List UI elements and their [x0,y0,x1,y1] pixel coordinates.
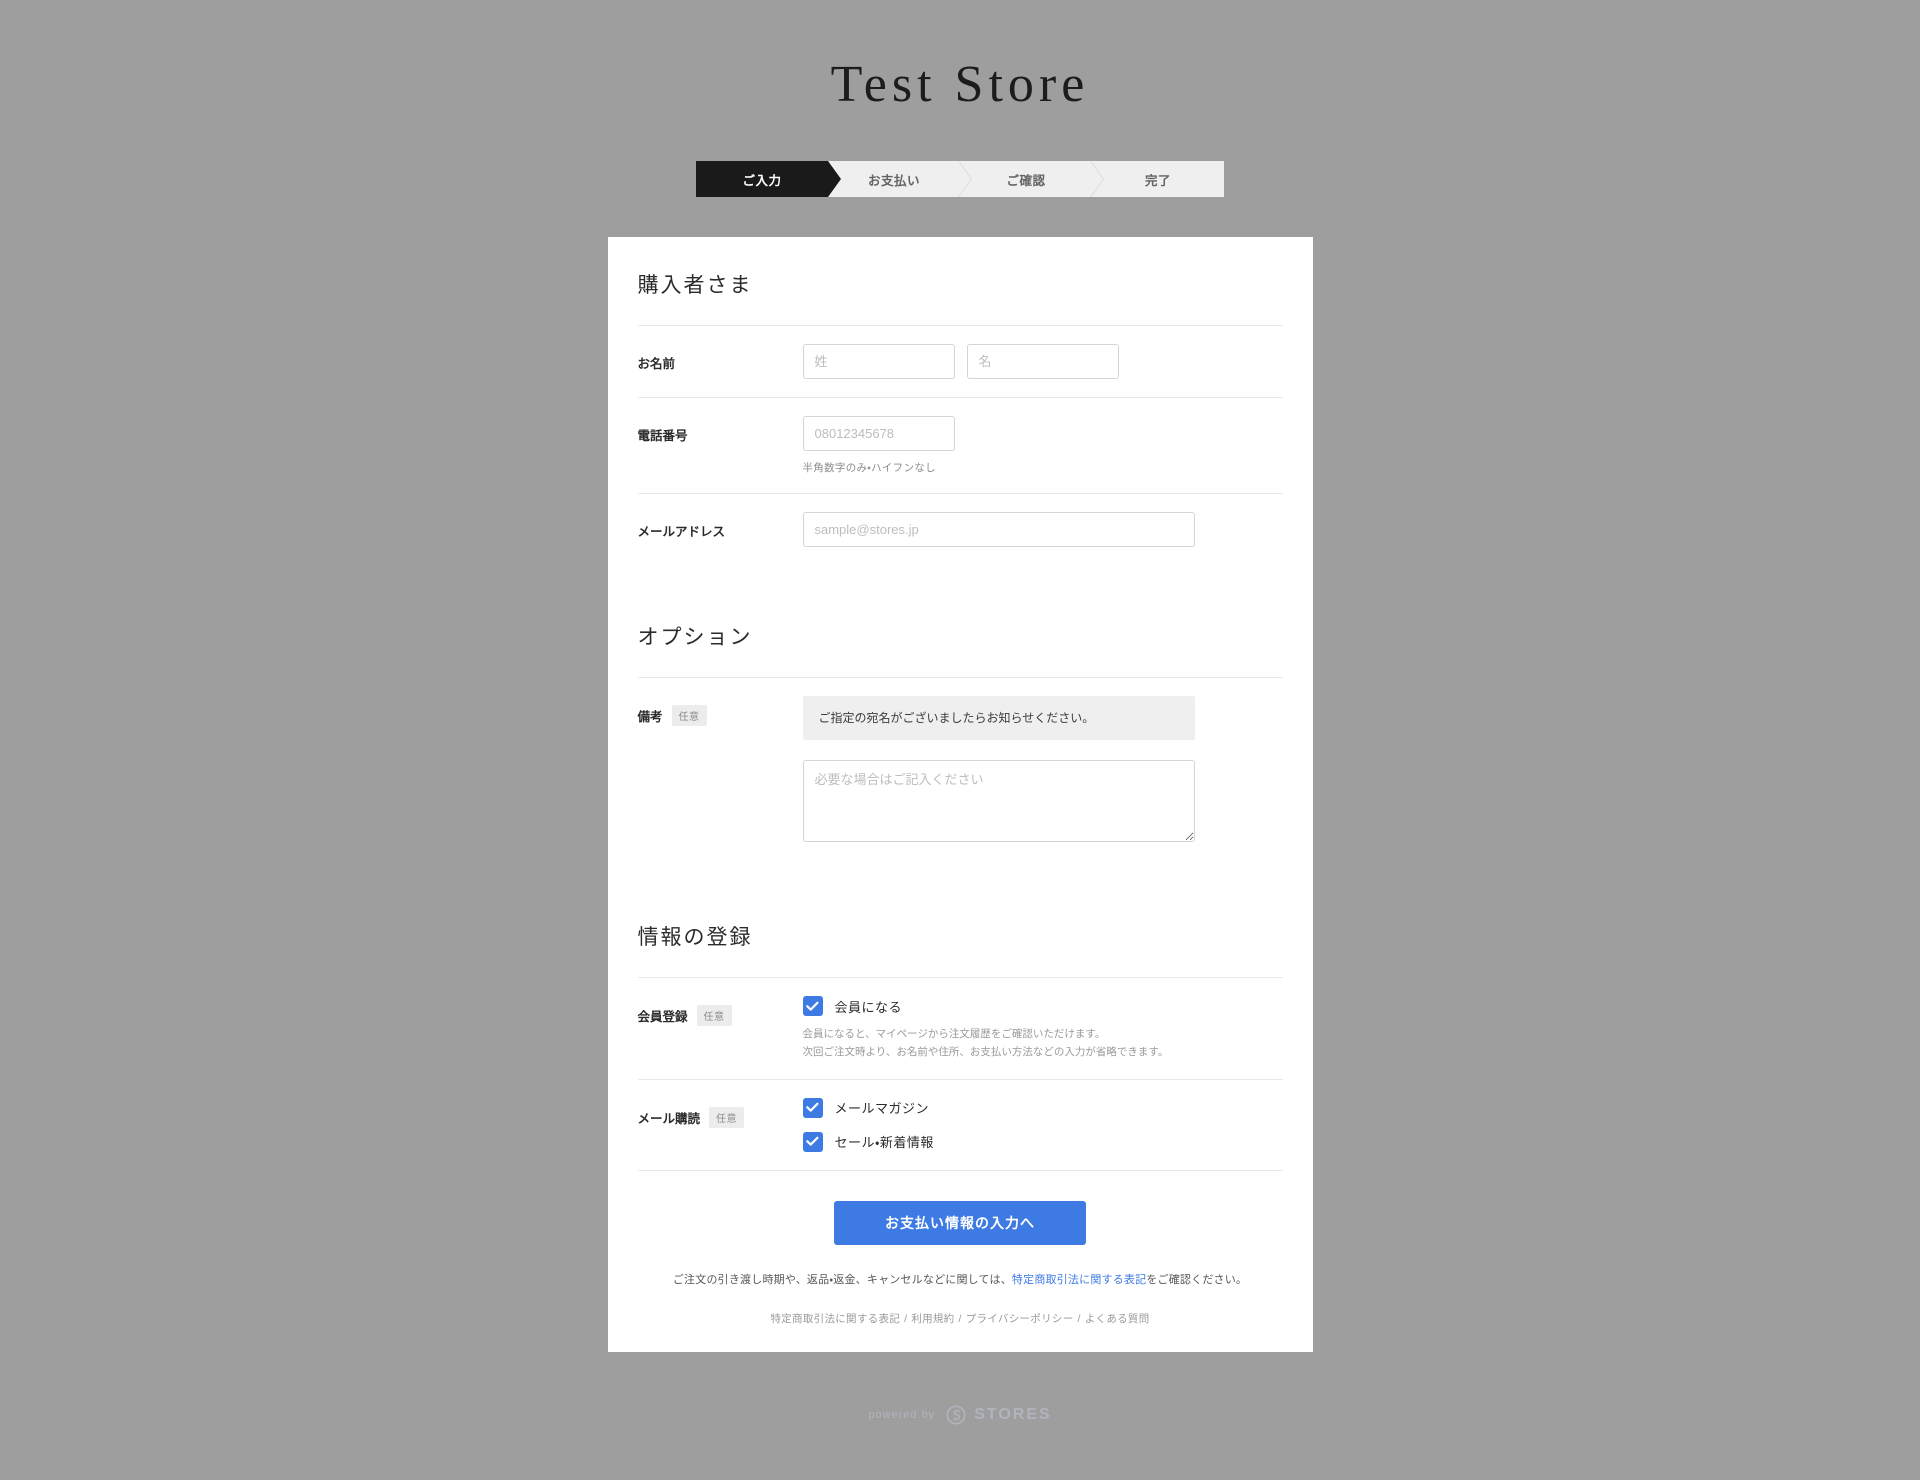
footer-link-privacy[interactable]: プライバシーポリシー [966,1313,1074,1325]
checkout-step-indicator: ご入力 お支払い ご確認 完了 [696,161,1224,198]
phone-input[interactable] [802,416,955,452]
checkmark-icon[interactable] [802,1131,823,1152]
legal-notice-suffix: をご確認ください。 [1146,1273,1248,1286]
footer-link-tokushoho[interactable]: 特定商取引法に関する表記 [770,1313,900,1325]
phone-label: 電話番号 [637,429,688,444]
email-label: メールアドレス [637,525,726,540]
field-row-mail-subscription: メール購読 任意 メールマガジン セール・新着情報 [637,1078,1283,1170]
membership-optional-badge: 任意 [696,1005,732,1027]
checkmark-icon[interactable] [802,996,823,1017]
checkout-page: Test Store ご入力 お支払い ご確認 完了 購入者さま お名前 姓 名… [0,0,1920,1480]
step-payment-label: お支払い [867,173,920,188]
sale-news-label: セール・新着情報 [834,1135,934,1151]
field-row-name: お名前 [637,325,1283,397]
option-section-title: オプション [637,626,753,650]
first-name-input[interactable] [966,344,1119,380]
remarks-label-text: 備考 [637,710,663,725]
membership-help-line-1: 会員になると、マイページから注文履歴をご確認いただけます。 [802,1028,1106,1041]
remarks-notice: ご指定の宛名がございましたらお知らせください。 [802,696,1195,741]
step-complete[interactable]: 完了 [1090,161,1224,198]
checkmark-icon[interactable] [802,1097,823,1118]
membership-checkbox-label: 会員になる [834,999,903,1015]
field-row-phone: 電話番号 半角数字のみ・ハイフンなし [637,397,1283,493]
step-confirm[interactable]: ご確認 [958,161,1092,198]
mail-subscription-label: メール購読 任意 [638,1098,803,1128]
field-row-membership: 会員登録 任意 会員になる 会員になると、マイページから注文履歴をご確認いただけ… [637,977,1283,1079]
mail-magazine-checkbox-row[interactable]: メールマガジン [802,1097,1283,1118]
phone-field-group: 半角数字のみ・ハイフンなし [802,416,1283,475]
membership-checkbox-row[interactable]: 会員になる [802,996,1283,1017]
last-name-input[interactable] [802,344,955,380]
powered-by-text: powered by [868,1408,936,1421]
legal-notice: ご注文の引き渡し時期や、返品・返金、キャンセルなどに関しては、特定商取引法に関す… [673,1271,1247,1287]
step-confirm-label: ご確認 [1006,173,1046,188]
legal-notice-prefix: ご注文の引き渡し時期や、返品・返金、キャンセルなどに関しては、 [672,1273,1012,1286]
membership-help-line-2: 次回ご注文時より、お名前や住所、お支払い方法などの入力が省略できます。 [802,1046,1169,1059]
buyer-section-title: 購入者さま [637,274,753,298]
name-label: お名前 [637,357,676,372]
footer-separator: / [1077,1312,1081,1325]
membership-label: 会員登録 任意 [637,996,803,1027]
footer-separator: / [904,1312,908,1325]
mail-subscription-field-group: メールマガジン セール・新着情報 [802,1097,1283,1152]
footer-links: 特定商取引法に関する表記 / 利用規約 / プライバシーポリシー / よくある質問 [770,1311,1149,1326]
legal-notice-link[interactable]: 特定商取引法に関する表記 [1012,1274,1146,1286]
checkout-form-card: 購入者さま お名前 電話番号 半角数字のみ・ハイフンなし メールアドレス [607,237,1313,1352]
mail-subscription-label-text: メール購読 [637,1111,701,1126]
remarks-textarea[interactable] [802,760,1195,843]
footer-link-terms[interactable]: 利用規約 [911,1313,954,1325]
email-field-group [802,512,1283,548]
registration-section-title: 情報の登録 [637,926,753,950]
membership-label-text: 会員登録 [637,1010,688,1025]
remarks-optional-badge: 任意 [671,705,707,727]
step-complete-label: 完了 [1144,173,1171,188]
submit-area: お支払い情報の入力へ ご注文の引き渡し時期や、返品・返金、キャンセルなどに関して… [637,1169,1283,1326]
mail-magazine-label: メールマガジン [834,1101,930,1117]
membership-field-group: 会員になる 会員になると、マイページから注文履歴をご確認いただけます。 次回ご注… [802,996,1283,1061]
remarks-field-group: ご指定の宛名がございましたらお知らせください。 [802,696,1283,847]
email-input[interactable] [802,512,1195,548]
stores-logo: STORES [945,1404,1052,1426]
step-input[interactable]: ご入力 [696,161,841,198]
name-field-group [802,344,1283,380]
phone-hint: 半角数字のみ・ハイフンなし [802,462,936,475]
footer-separator: / [958,1312,962,1325]
stores-mark-icon [946,1405,966,1425]
stores-brand-text: STORES [974,1405,1052,1423]
proceed-to-payment-button[interactable]: お支払い情報の入力へ [834,1200,1086,1245]
field-row-remarks: 備考 任意 ご指定の宛名がございましたらお知らせください。 [637,677,1283,865]
field-row-email: メールアドレス [637,493,1283,565]
sale-news-checkbox-row[interactable]: セール・新着情報 [802,1131,1283,1152]
store-title: Test Store [830,56,1090,113]
mail-subscription-optional-badge: 任意 [709,1106,745,1128]
step-input-label: ご入力 [742,173,782,188]
powered-by: powered by STORES [868,1404,1051,1426]
remarks-label: 備考 任意 [637,696,803,727]
footer-link-faq[interactable]: よくある質問 [1085,1313,1150,1325]
step-payment[interactable]: お支払い [826,161,960,198]
